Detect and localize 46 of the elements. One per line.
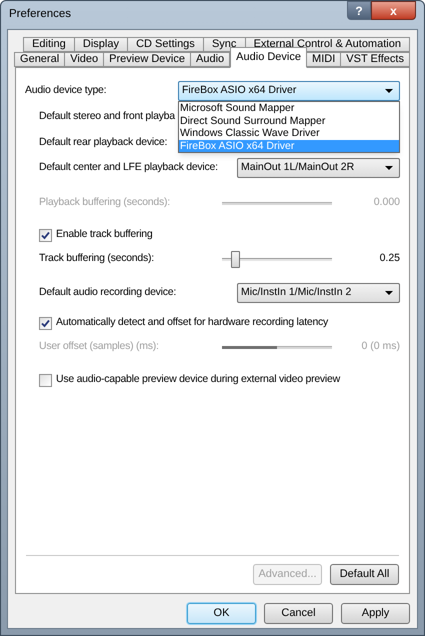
dropdown-option[interactable]: Direct Sound Surround Mapper	[179, 114, 399, 127]
apply-button[interactable]: Apply	[341, 603, 410, 624]
dropdown[interactable]: FireBox ASIO x64 Driver	[178, 81, 400, 101]
tab[interactable]: Video	[64, 52, 104, 67]
checkbox[interactable]	[39, 228, 52, 242]
setting-label: Automatically detect and offset for hardware recording latency	[56, 315, 328, 330]
tab[interactable]: VST Effects	[340, 52, 410, 67]
slider-thumb[interactable]	[231, 250, 240, 268]
setting-label: Track buffering (seconds):	[39, 251, 154, 266]
tab[interactable]: Audio Device	[230, 47, 308, 68]
dropdown[interactable]: MainOut 1L/MainOut 2R	[237, 158, 400, 178]
caret-icon	[385, 291, 393, 295]
slider-value: 0.25	[378, 251, 400, 266]
checkmark-icon	[41, 318, 50, 328]
default-all-button[interactable]: Default All	[330, 564, 399, 585]
setting-label: Default center and LFE playback device:	[39, 160, 218, 176]
tab[interactable]: Preview Device	[103, 52, 191, 67]
setting-label: Default audio recording device:	[39, 285, 176, 300]
cancel-button[interactable]: Cancel	[264, 603, 333, 624]
setting-label: Audio device type:	[25, 83, 106, 98]
checkbox[interactable]	[39, 316, 52, 330]
dropdown[interactable]: Mic/InstIn 1/Mic/InstIn 2	[237, 283, 400, 303]
advanced-button: Advanced...	[253, 564, 322, 585]
dropdown-option[interactable]: Microsoft Sound Mapper	[179, 102, 399, 114]
setting-label: Default rear playback device:	[39, 135, 168, 150]
caret-icon	[385, 166, 393, 170]
tab[interactable]: Audio	[190, 52, 230, 67]
help-button[interactable]: ?	[347, 1, 371, 20]
tab[interactable]: CD Settings	[127, 37, 204, 52]
checkmark-icon	[41, 230, 50, 240]
window-title: Preferences	[9, 7, 72, 22]
tab[interactable]: General	[14, 52, 66, 67]
tab[interactable]: Display	[74, 37, 128, 52]
setting-label: Playback buffering (seconds):	[39, 195, 170, 210]
slider-value: 0 (0 ms)	[360, 339, 400, 354]
setting-label: Enable track buffering	[56, 227, 152, 242]
caret-icon	[385, 89, 393, 93]
ok-button[interactable]: OK	[187, 603, 256, 624]
close-button[interactable]: x	[371, 1, 416, 20]
setting-label: User offset (samples) (ms):	[39, 339, 159, 354]
setting-label: Default stereo and front playba	[39, 109, 175, 124]
checkbox[interactable]	[39, 374, 52, 386]
setting-label: Use audio-capable preview device during external video preview	[56, 372, 340, 388]
slider-value: 0.000	[372, 195, 400, 210]
tab[interactable]: MIDI	[306, 52, 342, 67]
dropdown-option[interactable]: Windows Classic Wave Driver	[179, 127, 399, 140]
